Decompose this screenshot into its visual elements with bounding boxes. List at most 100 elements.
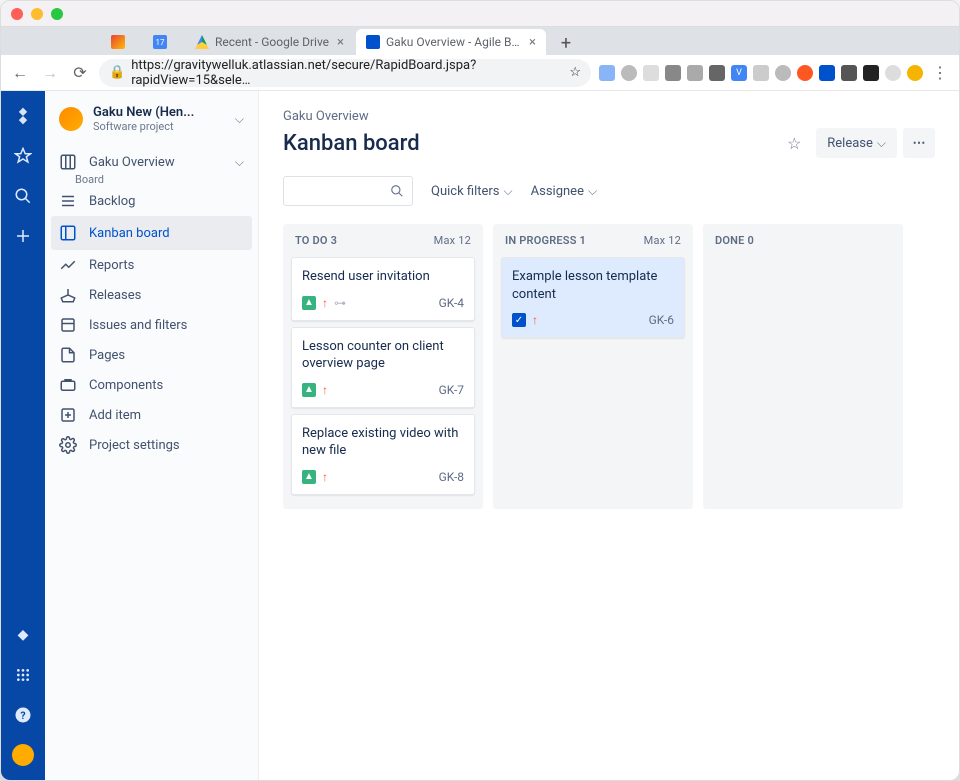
svg-text:?: ?	[20, 709, 25, 722]
ext-icon[interactable]	[841, 65, 857, 81]
card-title: Resend user invitation	[302, 268, 464, 286]
kanban-icon	[59, 224, 77, 242]
browser-tab[interactable]: Recent - Google Drive×	[185, 29, 354, 55]
sidebar-item-releases[interactable]: Releases	[45, 280, 258, 310]
sidebar-item-label: Reports	[89, 258, 244, 273]
sidebar-item-pages[interactable]: Pages	[45, 340, 258, 370]
url-bar: ← → ⟳ 🔒 https://gravitywelluk.atlassian.…	[1, 55, 959, 91]
card-title: Replace existing video with new file	[302, 425, 464, 460]
page-title: Kanban board	[283, 131, 772, 156]
more-button[interactable]: ⋯	[903, 128, 935, 158]
column-header: IN PROGRESS 1Max 12	[501, 232, 685, 257]
task-icon: ✓	[512, 313, 526, 327]
sidebar-item-subtitle: Board	[75, 173, 258, 186]
ext-icon[interactable]	[863, 65, 879, 81]
avatar-icon[interactable]	[12, 744, 34, 766]
ext-icon[interactable]	[621, 65, 637, 81]
sidebar-item-label: Backlog	[89, 194, 244, 209]
sidebar-item-reports[interactable]: Reports	[45, 250, 258, 280]
project-switcher[interactable]: Gaku New (Hen... Software project ⌵	[45, 105, 258, 147]
column-in-progress: IN PROGRESS 1Max 12Example lesson templa…	[493, 224, 693, 509]
new-tab-button[interactable]: +	[554, 31, 578, 55]
browser-tab[interactable]	[101, 29, 141, 55]
sidebar-item-label: Kanban board	[89, 226, 244, 241]
story-icon: ▲	[302, 383, 316, 397]
card-title: Lesson counter on client overview page	[302, 338, 464, 373]
card[interactable]: Example lesson template content✓↑GK-6	[501, 257, 685, 338]
ext-icon[interactable]	[885, 65, 901, 81]
min-dot[interactable]	[31, 8, 43, 20]
star-button[interactable]: ☆	[778, 128, 810, 158]
ext-icon[interactable]	[775, 65, 791, 81]
add-icon	[59, 406, 77, 424]
ext-icon[interactable]: V	[731, 65, 747, 81]
issues-icon	[59, 316, 77, 334]
column-done: DONE 0	[703, 224, 903, 509]
board-icon	[59, 153, 77, 171]
quick-filters[interactable]: Quick filters⌵	[431, 184, 513, 199]
ext-icon[interactable]	[665, 65, 681, 81]
rocket-icon[interactable]: ◆	[12, 624, 34, 646]
ext-icon[interactable]	[709, 65, 725, 81]
project-icon	[59, 107, 83, 131]
max-dot[interactable]	[51, 8, 63, 20]
profile-avatar[interactable]	[907, 65, 923, 81]
ext-icon[interactable]	[753, 65, 769, 81]
filter-row: Quick filters⌵ Assignee⌵	[283, 176, 935, 206]
help-icon[interactable]: ?	[12, 704, 34, 726]
content: Gaku Overview Kanban board ☆ Release⌵ ⋯ …	[259, 91, 959, 780]
card[interactable]: Replace existing video with new file▲↑GK…	[291, 414, 475, 495]
create-icon[interactable]	[12, 225, 34, 247]
ship-icon	[59, 286, 77, 304]
apps-icon[interactable]	[12, 664, 34, 686]
pages-icon	[59, 346, 77, 364]
priority-icon: ↑	[322, 383, 328, 397]
ext-icon[interactable]	[687, 65, 703, 81]
kanban-board: TO DO 3Max 12Resend user invitation▲↑⊶GK…	[283, 224, 935, 509]
card[interactable]: Lesson counter on client overview page ▲ ↑…	[291, 327, 475, 408]
app: ◆ ? Gaku New (Hen... Software project ⌵ …	[1, 91, 959, 780]
sidebar-item-label: Components	[89, 378, 244, 393]
sidebar-item-label: Issues and filters	[89, 318, 244, 333]
back-button[interactable]: ←	[9, 62, 31, 84]
sidebar-item-project-settings[interactable]: Project settings	[45, 430, 258, 460]
ext-icon[interactable]	[797, 65, 813, 81]
close-dot[interactable]	[11, 8, 23, 20]
story-icon: ▲	[302, 470, 316, 484]
story-icon: ▲	[302, 296, 316, 310]
backlog-icon	[59, 192, 77, 210]
ext-icon[interactable]	[643, 65, 659, 81]
search-input[interactable]	[283, 176, 413, 206]
sidebar-item-backlog[interactable]: Backlog	[45, 186, 258, 216]
sidebar-item-issues-and-filters[interactable]: Issues and filters	[45, 310, 258, 340]
card-key: GK-7	[439, 383, 464, 397]
project-subtitle: Software project	[93, 120, 225, 133]
release-button[interactable]: Release⌵	[816, 128, 897, 158]
sidebar-item-add-item[interactable]: Add item	[45, 400, 258, 430]
close-tab-icon[interactable]: ×	[337, 35, 344, 50]
breadcrumb[interactable]: Gaku Overview	[283, 109, 935, 124]
chevron-down-icon: ⌵	[235, 155, 244, 170]
reload-button[interactable]: ⟳	[69, 62, 91, 84]
card[interactable]: Resend user invitation▲↑⊶GK-4	[291, 257, 475, 321]
ext-icon[interactable]	[819, 65, 835, 81]
assignee-filter[interactable]: Assignee⌵	[531, 184, 597, 199]
browser-tab[interactable]: 17	[143, 29, 183, 55]
browser-tab[interactable]: Gaku Overview - Agile Board - ×	[356, 29, 546, 55]
mac-titlebar	[1, 1, 959, 27]
url-field[interactable]: 🔒 https://gravitywelluk.atlassian.net/se…	[99, 59, 591, 87]
url-text: https://gravitywelluk.atlassian.net/secu…	[131, 58, 569, 88]
ext-icon[interactable]	[599, 65, 615, 81]
search-icon[interactable]	[12, 185, 34, 207]
column-header: DONE 0	[711, 232, 895, 257]
sidebar-item-label: Project settings	[89, 438, 244, 453]
sidebar-item-kanban-board[interactable]: Kanban board	[51, 216, 252, 250]
chrome-menu[interactable]: ⋮	[929, 62, 951, 84]
priority-icon: ↑	[322, 470, 328, 484]
sidebar-item-components[interactable]: Components	[45, 370, 258, 400]
star-icon[interactable]	[12, 145, 34, 167]
close-tab-icon[interactable]: ×	[529, 35, 536, 50]
global-rail: ◆ ?	[1, 91, 45, 780]
forward-button[interactable]: →	[39, 62, 61, 84]
jira-icon[interactable]	[12, 105, 34, 127]
